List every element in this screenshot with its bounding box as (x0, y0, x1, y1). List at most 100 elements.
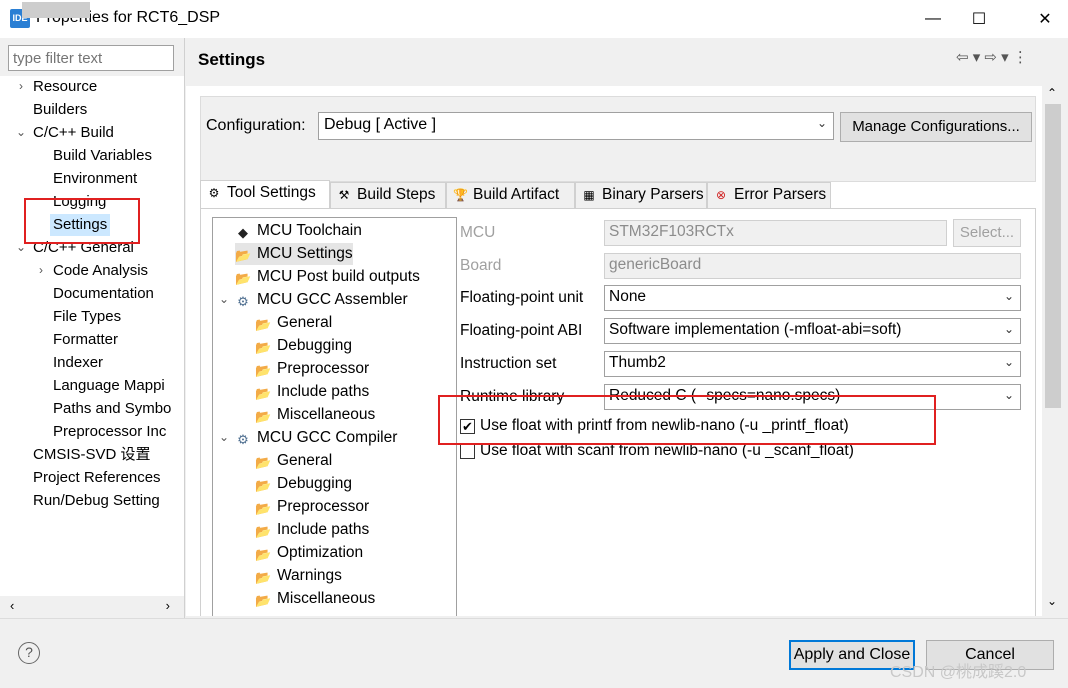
chevron-down-icon[interactable]: ⌄ (14, 125, 28, 139)
fpu-value: None (609, 288, 647, 305)
tab-label: Build Artifact (473, 186, 560, 203)
tab-tool-settings[interactable]: ⚙ Tool Settings (200, 180, 330, 208)
tree-item-cmsis-svd[interactable]: CMSIS-SVD 设置 (33, 444, 151, 466)
tab-build-artifact[interactable]: 🏆 Build Artifact (446, 182, 575, 208)
folder-icon: 📂 (255, 478, 272, 493)
tool-tree-item-mcu-post-build-outputs[interactable]: 📂 MCU Post build outputs (235, 266, 420, 288)
tree-item-label: Environment (53, 170, 138, 187)
tool-tree-label: General (277, 452, 333, 469)
tool-tree-label: Warnings (277, 567, 342, 584)
tree-item-paths-and-symbo[interactable]: Paths and Symbo (53, 398, 171, 420)
panel-divider[interactable] (184, 38, 185, 618)
scroll-down-icon[interactable]: ⌄ (1047, 594, 1057, 608)
tool-settings-tree: ◆ MCU Toolchain 📂 MCU Settings 📂 MCU Post bui… (212, 217, 457, 616)
configuration-select[interactable]: Debug [ Active ] ⌄ (318, 112, 834, 140)
tree-item-preprocessor-inc[interactable]: Preprocessor Inc (53, 421, 166, 443)
close-button[interactable]: ✕ (1022, 0, 1068, 38)
tool-tree-label: General (277, 314, 333, 331)
scanf-float-checkbox[interactable] (460, 444, 475, 459)
help-icon[interactable]: ? (18, 642, 40, 664)
maximize-button[interactable]: ☐ (956, 0, 1002, 38)
tool-tree-label: Miscellaneous (277, 406, 376, 423)
tree-item-label: Project References (33, 469, 161, 486)
tree-item-code-analysis[interactable]: Code Analysis (53, 260, 148, 282)
tool-tree-item-mcu-settings[interactable]: 📂 MCU Settings (235, 243, 353, 265)
tool-tree-label: Debugging (277, 337, 352, 354)
fpabi-value: Software implementation (-mfloat-abi=sof… (609, 321, 902, 338)
instruction-set-label: Instruction set (460, 355, 557, 372)
tree-item-project-references[interactable]: Project References (33, 467, 161, 489)
right-scroll-thumb[interactable] (1045, 104, 1061, 408)
tool-tree-label: Optimization (277, 544, 364, 561)
tab-build-steps[interactable]: ⚒ Build Steps (330, 182, 446, 208)
fpabi-select[interactable]: Software implementation (-mfloat-abi=sof… (604, 318, 1021, 344)
folder-icon: 📂 (255, 386, 272, 401)
toolchain-icon: ◆ (238, 225, 248, 240)
tool-tree-label: Debugging (277, 475, 352, 492)
tool-gear-icon: ⚙ (237, 294, 249, 309)
tool-tree-label: MCU GCC Compiler (257, 429, 398, 446)
left-horizontal-scrollbar[interactable]: ‹ › (8, 598, 174, 618)
tool-tree-item-debugging[interactable]: 📂 Debugging (255, 335, 352, 357)
chevron-right-icon[interactable]: › (34, 263, 48, 277)
folder-icon: 📂 (255, 455, 272, 470)
tool-tree-item-debugging[interactable]: 📂 Debugging (255, 473, 352, 495)
tree-item-label: Builders (33, 101, 88, 118)
tree-item-build-variables[interactable]: Build Variables (53, 145, 152, 167)
tool-tree-item-mcu-gcc-compiler[interactable]: ⚙ MCU GCC Compiler (235, 427, 397, 449)
select-mcu-button[interactable]: Select... (953, 219, 1021, 247)
folder-icon: 📂 (255, 524, 272, 539)
tree-item-label: C/C++ Build (33, 124, 114, 141)
tab-binary-parsers[interactable]: ▦ Binary Parsers (575, 182, 707, 208)
tree-item-builders[interactable]: Builders (33, 99, 87, 121)
tool-tree-label: Include paths (277, 521, 370, 538)
trophy-icon: 🏆 (453, 188, 468, 202)
tree-item-indexer[interactable]: Indexer (53, 352, 103, 374)
folder-icon: 📂 (255, 340, 272, 355)
tree-item-label: Build Variables (53, 147, 152, 164)
tab-error-parsers[interactable]: ⊗ Error Parsers (707, 182, 831, 208)
configuration-label: Configuration: (206, 117, 306, 134)
fpu-select[interactable]: None ⌄ (604, 285, 1021, 311)
tool-tree-item-include-paths[interactable]: 📂 Include paths (255, 519, 369, 541)
tree-item-language-mappi[interactable]: Language Mappi (53, 375, 165, 397)
tool-tree-item-warnings[interactable]: 📂 Warnings (255, 565, 342, 587)
scroll-right-icon[interactable]: › (166, 598, 170, 613)
tree-item-c-c-build[interactable]: C/C++ Build (33, 122, 114, 144)
scroll-left-icon[interactable]: ‹ (10, 598, 14, 613)
tree-item-environment[interactable]: Environment (53, 168, 137, 190)
tool-tree-item-miscellaneous[interactable]: 📂 Miscellaneous (255, 588, 375, 610)
tool-tree-item-miscellaneous[interactable]: 📂 Miscellaneous (255, 404, 375, 426)
tree-item-file-types[interactable]: File Types (53, 306, 121, 328)
tool-tree-item-mcu-gcc-assembler[interactable]: ⚙ MCU GCC Assembler (235, 289, 408, 311)
manage-configurations-button[interactable]: Manage Configurations... (840, 112, 1032, 142)
settings-header (186, 40, 1068, 86)
tool-tree-item-preprocessor[interactable]: 📂 Preprocessor (255, 358, 369, 380)
minimize-button[interactable]: — (910, 0, 956, 38)
tool-tree-label: MCU Settings (257, 245, 353, 262)
chevron-down-icon[interactable]: ⌄ (217, 430, 231, 444)
tool-tree-item-preprocessor[interactable]: 📂 Preprocessor (255, 496, 369, 518)
folder-icon: 📂 (255, 593, 272, 608)
tree-item-documentation[interactable]: Documentation (53, 283, 154, 305)
tree-item-formatter[interactable]: Formatter (53, 329, 118, 351)
error-icon: ⊗ (715, 188, 727, 202)
tool-tree-item-include-paths[interactable]: 📂 Include paths (255, 381, 369, 403)
filter-input[interactable] (8, 45, 174, 71)
left-scroll-thumb[interactable] (22, 2, 90, 18)
folder-icon: 📂 (235, 248, 252, 263)
tool-tree-item-optimization[interactable]: 📂 Optimization (255, 542, 363, 564)
tree-item-run-debug-setting[interactable]: Run/Debug Setting (33, 490, 160, 512)
chevron-down-icon: ⌄ (1003, 289, 1014, 303)
instruction-set-select[interactable]: Thumb2 ⌄ (604, 351, 1021, 377)
tool-tree-item-mcu-toolchain[interactable]: ◆ MCU Toolchain (235, 220, 362, 242)
tool-tree-item-general[interactable]: 📂 General (255, 450, 332, 472)
tree-item-resource[interactable]: Resource (33, 76, 97, 98)
hammer-icon: ⚒ (338, 188, 350, 202)
folder-icon: 📂 (235, 271, 252, 286)
history-nav-icons[interactable]: ⇦ ▾ ⇨ ▾ ⋮ (956, 48, 1028, 66)
chevron-right-icon[interactable]: › (14, 79, 28, 93)
chevron-down-icon[interactable]: ⌄ (217, 292, 231, 306)
scroll-up-icon[interactable]: ⌃ (1047, 86, 1057, 100)
tool-tree-item-general[interactable]: 📂 General (255, 312, 332, 334)
